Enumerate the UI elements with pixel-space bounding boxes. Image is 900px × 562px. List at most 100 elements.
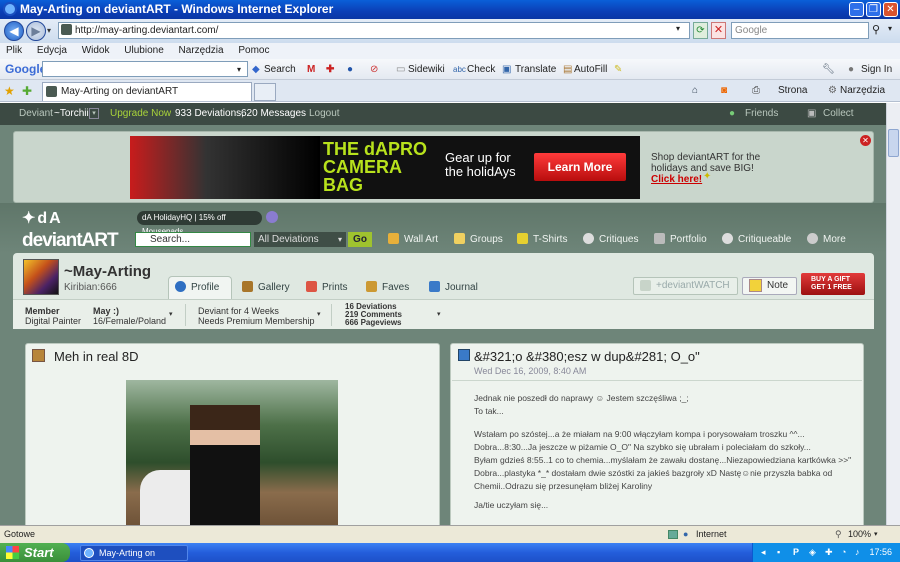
gmail-icon[interactable]: M	[307, 59, 315, 80]
menu-view[interactable]: Widok	[82, 45, 110, 56]
nav-critiques[interactable]: Critiques	[583, 232, 638, 247]
new-tab-button[interactable]	[254, 83, 276, 101]
tray-speaker-icon[interactable]: ◂	[761, 543, 766, 562]
friends-button[interactable]: Friends	[745, 103, 778, 125]
tray-volume-icon[interactable]: ♪	[855, 543, 860, 562]
add-favorites-icon[interactable]: ✚	[22, 80, 32, 102]
upgrade-link[interactable]: Upgrade Now	[110, 103, 171, 125]
recent-pages-dropdown-icon[interactable]: ▾	[47, 26, 51, 35]
home-icon[interactable]: ⌂	[692, 80, 698, 102]
search-options-icon[interactable]: ▾	[888, 24, 892, 33]
tray-update-icon[interactable]: ✚	[825, 543, 833, 562]
nav-tshirts[interactable]: T-Shirts	[517, 232, 567, 247]
profile-username[interactable]: ~May-Arting	[64, 263, 151, 280]
highlighter-icon[interactable]: ✎	[614, 59, 622, 80]
tab-faves[interactable]: Faves	[360, 278, 417, 297]
stats-dropdown-icon[interactable]: ▾	[169, 310, 173, 320]
avatar[interactable]	[23, 259, 59, 295]
tab-profile[interactable]: Profile	[168, 276, 232, 299]
messages-link[interactable]: 620 Messages	[241, 103, 306, 125]
sidewiki-button[interactable]: Sidewiki	[408, 59, 445, 80]
logout-link[interactable]: Logout	[309, 103, 340, 125]
journal-title[interactable]: &#321;o &#380;esz w dup&#281; O_o"	[474, 349, 700, 364]
nav-wall-art[interactable]: Wall Art	[388, 232, 438, 247]
popup-blocker-icon[interactable]: ⊘	[370, 59, 378, 80]
tab-gallery[interactable]: Gallery	[236, 278, 298, 297]
learn-more-button[interactable]: Learn More	[534, 153, 626, 181]
tray-security-icon[interactable]: ◈	[809, 543, 816, 562]
deviations-count-link[interactable]: 933 Deviations,	[175, 103, 244, 125]
sidewiki-icon: ▭	[396, 64, 406, 75]
page-menu[interactable]: Strona	[778, 80, 807, 102]
minimize-button[interactable]: –	[849, 2, 864, 17]
counts-dropdown-icon[interactable]: ▾	[437, 310, 441, 320]
tray-wifi-icon[interactable]: ◔	[841, 543, 846, 562]
zoom-level[interactable]: 100%	[848, 526, 871, 543]
deviantart-logo[interactable]: ✦dA deviantART	[22, 208, 119, 252]
refresh-icon[interactable]: ⟳	[693, 22, 708, 39]
menu-help[interactable]: Pomoc	[238, 45, 269, 56]
print-icon[interactable]: ⎙	[752, 80, 760, 102]
vertical-scrollbar[interactable]	[886, 103, 900, 525]
tab-active[interactable]: May-Arting on deviantART	[42, 82, 252, 101]
translate-button[interactable]: Translate	[515, 59, 556, 80]
holiday-hq-badge[interactable]: dA HolidayHQ | 15% off Mousepads	[137, 211, 262, 236]
tray-network-icon[interactable]: ▪	[777, 543, 780, 562]
browser-search-input[interactable]: Google	[731, 22, 869, 39]
zoom-dropdown-icon[interactable]: ▾	[874, 526, 878, 543]
plus-icon[interactable]: ✚	[326, 59, 334, 80]
window-title-bar[interactable]: May-Arting on deviantART - Windows Inter…	[0, 0, 900, 19]
photo-person	[190, 405, 260, 530]
tab-prints[interactable]: Prints	[300, 278, 356, 297]
tab-journal[interactable]: Journal	[423, 278, 486, 297]
faves-icon	[366, 281, 377, 292]
favorites-star-icon[interactable]: ★	[4, 80, 15, 102]
stop-icon[interactable]: ✕	[711, 22, 726, 39]
google-search-button[interactable]: Search	[264, 59, 296, 80]
feeds-icon[interactable]: ◙	[721, 80, 727, 102]
check-button[interactable]: Check	[467, 59, 495, 80]
globe-icon[interactable]: ●	[347, 59, 353, 80]
collect-button[interactable]: Collect	[823, 103, 854, 125]
menu-bar: Plik Edycja Widok Ulubione Narzędzia Pom…	[0, 43, 900, 59]
ad-close-icon[interactable]: ✕	[860, 135, 871, 146]
da-search-input[interactable]: Search...	[135, 232, 251, 247]
search-scope-select[interactable]: All Deviations ▾	[254, 232, 346, 247]
signin-button[interactable]: Sign In	[861, 59, 892, 80]
menu-tools[interactable]: Narzędzia	[179, 45, 224, 56]
deviation-title[interactable]: Meh in real 8D	[54, 349, 139, 364]
tray-clock[interactable]: 17:56	[869, 543, 892, 562]
gallery-icon	[242, 281, 253, 292]
search-icon[interactable]: ⚲	[872, 23, 880, 36]
google-search-input[interactable]	[42, 61, 248, 77]
menu-file[interactable]: Plik	[6, 45, 22, 56]
nav-critiqueable[interactable]: Critiqueable	[722, 232, 791, 247]
taskbar-window-item[interactable]: May-Arting on devian...	[80, 545, 188, 561]
maximize-button[interactable]: ❐	[866, 2, 881, 17]
menu-favorites[interactable]: Ulubione	[124, 45, 163, 56]
tools-menu[interactable]: Narzędzia	[840, 80, 885, 102]
menu-edit[interactable]: Edycja	[37, 45, 67, 56]
nav-more[interactable]: More	[807, 232, 846, 247]
tray-p-icon[interactable]: P	[793, 543, 799, 562]
nav-groups[interactable]: Groups	[454, 232, 503, 247]
url-dropdown-icon[interactable]: ▾	[676, 24, 680, 33]
google-dropdown-icon[interactable]: ▾	[237, 59, 241, 80]
search-go-button[interactable]: Go	[348, 232, 372, 247]
current-user-link[interactable]: ~Torchii	[54, 103, 89, 125]
nav-portfolio[interactable]: Portfolio	[654, 232, 707, 247]
note-icon	[749, 279, 762, 292]
holiday-arrow-icon[interactable]	[266, 211, 278, 223]
deviant-label: Deviant	[19, 108, 53, 119]
wrench-icon[interactable]: 🔧︎	[822, 59, 835, 80]
click-here-link[interactable]: Click here!	[651, 174, 702, 185]
back-button[interactable]: ◀	[4, 21, 24, 41]
user-dropdown-icon[interactable]: ▾	[89, 108, 99, 119]
autofill-button[interactable]: AutoFill	[574, 59, 607, 80]
membership-dropdown-icon[interactable]: ▾	[317, 310, 321, 320]
scrollbar-thumb[interactable]	[888, 129, 899, 157]
forward-button[interactable]: ▶	[26, 21, 46, 41]
buy-gift-button[interactable]: BUY A GIFT GET 1 FREE	[801, 273, 865, 295]
url-input[interactable]: http://may-arting.deviantart.com/	[58, 22, 690, 39]
close-button[interactable]: ✕	[883, 2, 898, 17]
